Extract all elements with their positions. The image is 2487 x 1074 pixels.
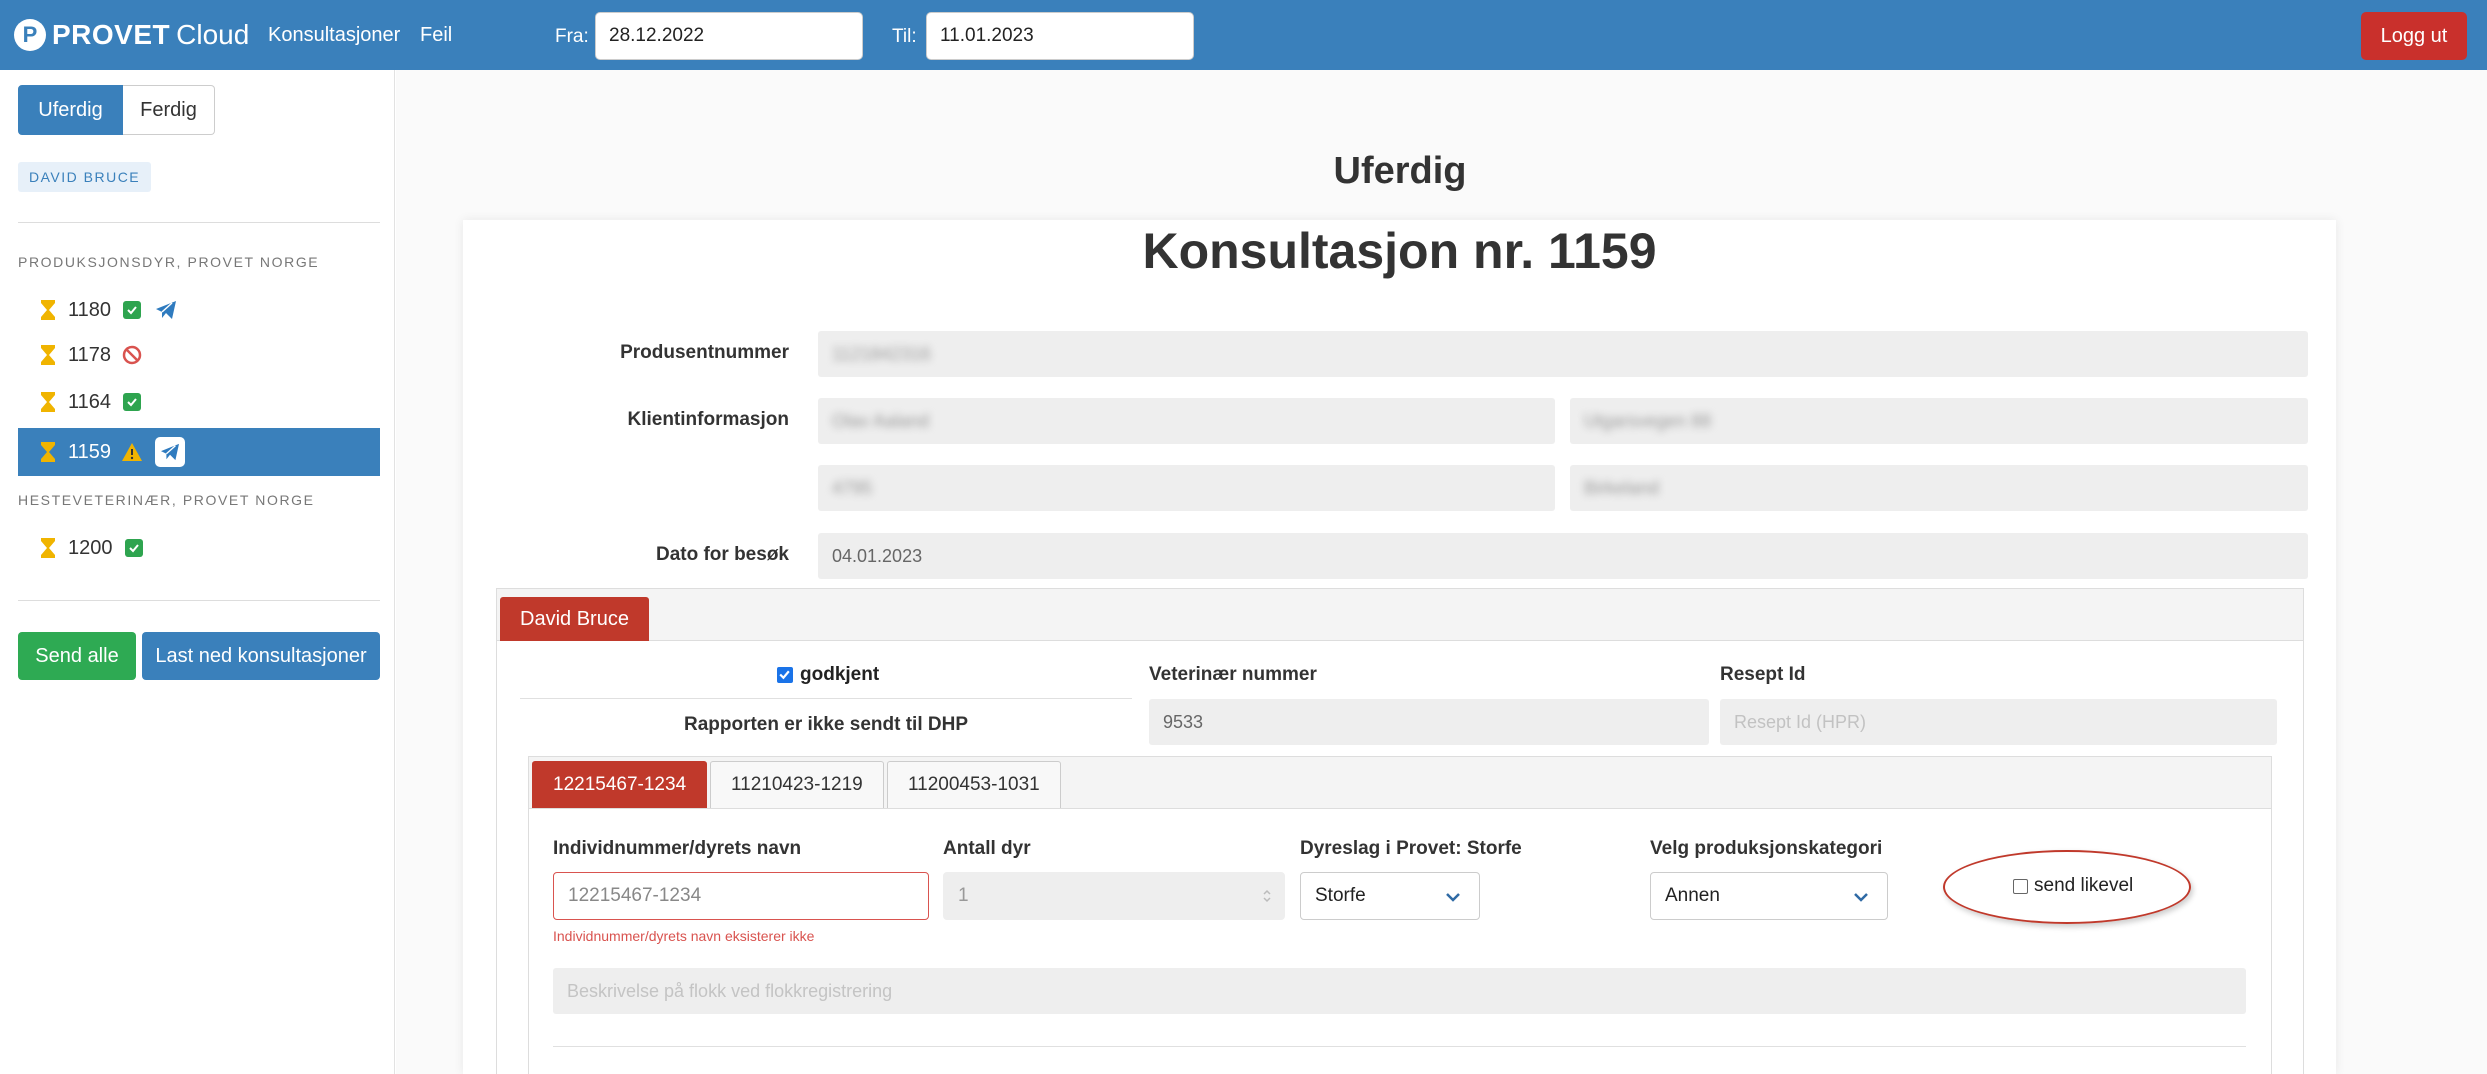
tab-ferdig[interactable]: Ferdig [123, 85, 215, 135]
consultation-number: 1164 [68, 390, 112, 413]
visit-date-field: 04.01.2023 [818, 533, 2308, 579]
consultation-number: 1180 [68, 298, 112, 321]
consultation-number: 1178 [68, 343, 112, 366]
client-city-field: Birkeland [1570, 465, 2308, 511]
from-date-label: Fra: [555, 26, 589, 47]
animal-id-label: Individnummer/dyrets navn [553, 838, 802, 859]
nav-link-konsultasjoner[interactable]: Konsultasjoner [268, 24, 400, 47]
logout-button[interactable]: Logg ut [2361, 12, 2467, 60]
send-anyway-row: send likevel [2013, 875, 2133, 897]
sidebar-item-1159[interactable]: 1159 [18, 428, 380, 476]
animal-id-error: Individnummer/dyrets navn eksisterer ikk… [553, 928, 815, 944]
production-category-label: Velg produksjonskategori [1650, 838, 1883, 859]
approved-row: godkjent [777, 664, 879, 686]
check-icon [121, 299, 143, 321]
page-title: Uferdig [1333, 150, 1467, 192]
top-navbar: P PROVET Cloud Konsultasjoner Feil Fra: … [0, 0, 2487, 70]
animal-count-label: Antall dyr [943, 838, 1031, 859]
group-title-hesteveterinaer: HESTEVETERINÆR, PROVET NORGE [18, 492, 315, 508]
separator-line [520, 698, 1132, 699]
check-icon [121, 391, 143, 413]
tab-uferdig[interactable]: Uferdig [18, 85, 123, 135]
sidebar-item-1164[interactable]: 1164 [18, 378, 380, 426]
visit-date-label: Dato for besøk [655, 544, 789, 565]
nav-link-feil[interactable]: Feil [420, 24, 452, 47]
consultation-number: 1159 [68, 440, 112, 463]
stepper-icon [1263, 889, 1271, 903]
hourglass-icon [41, 442, 55, 462]
hourglass-icon [41, 392, 55, 412]
send-all-button[interactable]: Send alle [18, 632, 136, 680]
hourglass-icon [41, 538, 55, 558]
chevron-down-icon [1854, 893, 1868, 902]
approved-label: godkjent [800, 664, 880, 685]
prescription-id-input[interactable]: Resept Id (HPR) [1720, 699, 2277, 745]
animal-id-input[interactable]: 12215467-1234 [553, 872, 929, 920]
client-info-label: Klientinformasjon [627, 409, 789, 430]
tab-david-bruce[interactable]: David Bruce [500, 597, 649, 641]
provet-logo-icon: P [14, 19, 46, 51]
to-date-input[interactable]: 11.01.2023 [926, 12, 1194, 60]
download-consultations-button[interactable]: Last ned konsultasjoner [142, 632, 380, 680]
brand-logo[interactable]: P PROVET Cloud [14, 14, 249, 56]
user-tag[interactable]: DAVID BRUCE [18, 162, 152, 192]
client-postcode-field: 4795 [818, 465, 1555, 511]
paper-plane-icon [155, 437, 186, 467]
vet-number-field: 9533 [1149, 699, 1709, 745]
tab-animal-3[interactable]: 11200453-1031 [887, 761, 1061, 809]
sidebar: Uferdig Ferdig DAVID BRUCE PRODUKSJONSDY… [0, 70, 395, 1074]
flock-description-input[interactable]: Beskrivelse på flokk ved flokkregistreri… [553, 968, 2246, 1014]
sidebar-item-1200[interactable]: 1200 [18, 524, 380, 572]
send-anyway-checkbox[interactable] [2013, 878, 2028, 894]
brand-name-light: Cloud [176, 19, 250, 50]
vet-number-label: Veterinær nummer [1149, 664, 1317, 685]
animal-count-input[interactable]: 1 [943, 872, 1285, 920]
client-name-field: Olav Aaland [818, 398, 1555, 444]
sidebar-divider [18, 600, 380, 601]
species-select[interactable]: Storfe [1300, 872, 1480, 920]
send-anyway-label: send likevel [2034, 875, 2134, 896]
consultation-number: 1200 [68, 536, 113, 559]
hourglass-icon [41, 300, 55, 320]
warning-icon [121, 441, 143, 463]
producer-number-field: 1121842316 [818, 331, 2308, 377]
tab-animal-2[interactable]: 11210423-1219 [710, 761, 884, 809]
vet-tabbar: David Bruce [497, 589, 2303, 641]
separator-line [553, 1046, 2246, 1047]
brand-name-bold: PROVET [52, 19, 171, 50]
prescription-id-label: Resept Id [1720, 664, 1806, 685]
chevron-down-icon [1446, 893, 1460, 902]
hourglass-icon [41, 345, 55, 365]
report-status-text: Rapporten er ikke sendt til DHP [683, 714, 968, 735]
sidebar-item-1178[interactable]: 1178 [18, 331, 380, 379]
producer-number-label: Produsentnummer [620, 342, 789, 363]
group-title-produksjonsdyr: PRODUKSJONSDYR, PROVET NORGE [18, 254, 320, 270]
paper-plane-icon [155, 299, 177, 321]
check-icon [123, 537, 145, 559]
client-address-field: Utgarsvegen 88 [1570, 398, 2308, 444]
sidebar-divider [18, 222, 380, 223]
from-date-input[interactable]: 28.12.2022 [595, 12, 863, 60]
tab-animal-1[interactable]: 12215467-1234 [532, 761, 708, 809]
species-label: Dyreslag i Provet: Storfe [1300, 838, 1522, 859]
sidebar-item-1180[interactable]: 1180 [18, 286, 380, 334]
prohibited-icon [121, 344, 143, 366]
production-category-select[interactable]: Annen [1650, 872, 1888, 920]
consultation-title: Konsultasjon nr. 1159 [1142, 223, 1657, 279]
animal-tabbar: 12215467-1234 11210423-1219 11200453-103… [528, 756, 2272, 809]
status-toggle: Uferdig Ferdig [18, 85, 215, 135]
to-date-label: Til: [892, 26, 917, 47]
approved-checkbox[interactable] [777, 667, 793, 683]
